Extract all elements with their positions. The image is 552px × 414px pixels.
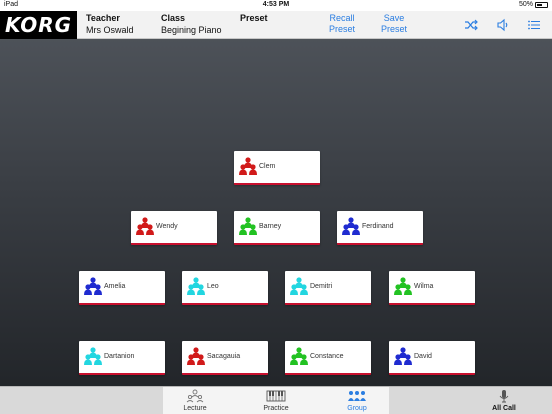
student-name: Dartanion bbox=[104, 353, 135, 360]
microphone-icon bbox=[499, 390, 509, 403]
student-group-icon bbox=[239, 217, 257, 235]
lecture-icon bbox=[186, 389, 204, 403]
shuffle-icon[interactable] bbox=[464, 18, 478, 32]
student-name: Wilma bbox=[414, 283, 434, 290]
student-card-clem[interactable]: Clem bbox=[234, 151, 320, 185]
tab-bar: Lecture Practice Group All Call bbox=[0, 386, 552, 414]
speaker-icon[interactable] bbox=[496, 18, 510, 32]
tab-all-call[interactable]: All Call bbox=[479, 387, 529, 414]
class-label: Class bbox=[161, 13, 186, 23]
battery-icon bbox=[535, 1, 548, 8]
student-group-icon bbox=[239, 157, 257, 175]
student-name: Wendy bbox=[156, 223, 178, 230]
student-card-amelia[interactable]: Amelia bbox=[79, 271, 165, 305]
student-card-constance[interactable]: Constance bbox=[285, 341, 371, 375]
teacher-value: Mrs Oswald bbox=[86, 25, 134, 35]
korg-logo: KORG bbox=[0, 11, 77, 39]
student-card-demitri[interactable]: Demitri bbox=[285, 271, 371, 305]
clock: 4:53 PM bbox=[262, 1, 290, 8]
student-name: Barney bbox=[259, 223, 282, 230]
student-card-wilma[interactable]: Wilma bbox=[389, 271, 475, 305]
menu-icon[interactable] bbox=[527, 18, 541, 32]
tab-group[interactable]: Group bbox=[332, 387, 382, 414]
battery-status: 50% bbox=[519, 1, 548, 8]
teacher-label: Teacher bbox=[86, 13, 120, 23]
student-group-icon bbox=[394, 347, 412, 365]
student-group-icon bbox=[290, 347, 308, 365]
student-group-icon bbox=[187, 347, 205, 365]
keyboard-icon bbox=[266, 390, 286, 402]
student-card-wendy[interactable]: Wendy bbox=[131, 211, 217, 245]
student-group-icon bbox=[84, 277, 102, 295]
student-name: Clem bbox=[259, 163, 276, 170]
student-group-icon bbox=[187, 277, 205, 295]
battery-percent: 50% bbox=[518, 1, 533, 8]
student-card-leo[interactable]: Leo bbox=[182, 271, 268, 305]
student-name: Ferdinand bbox=[362, 223, 394, 230]
student-group-icon bbox=[84, 347, 102, 365]
header: KORG Teacher Mrs Oswald Class Begining P… bbox=[0, 11, 552, 39]
status-bar: iPad 4:53 PM 50% bbox=[0, 0, 552, 11]
group-icon bbox=[348, 391, 366, 401]
student-name: Leo bbox=[207, 283, 219, 290]
student-group-icon bbox=[394, 277, 412, 295]
student-card-sacagauia[interactable]: Sacagauia bbox=[182, 341, 268, 375]
student-name: Amelia bbox=[104, 283, 126, 290]
student-name: Sacagauia bbox=[207, 353, 241, 360]
student-card-ferdinand[interactable]: Ferdinand bbox=[337, 211, 423, 245]
student-group-icon bbox=[290, 277, 308, 295]
class-value: Begining Piano bbox=[161, 25, 222, 35]
tab-label: Lecture bbox=[183, 405, 207, 412]
tab-bar-left-shade bbox=[0, 387, 163, 414]
student-card-barney[interactable]: Barney bbox=[234, 211, 320, 245]
student-name: David bbox=[414, 353, 432, 360]
tab-lecture[interactable]: Lecture bbox=[170, 387, 220, 414]
preset-label: Preset bbox=[240, 13, 268, 23]
student-card-david[interactable]: David bbox=[389, 341, 475, 375]
tab-label: Practice bbox=[263, 405, 289, 412]
tab-label: All Call bbox=[492, 405, 516, 412]
tab-label: Group bbox=[347, 405, 367, 412]
tab-practice[interactable]: Practice bbox=[251, 387, 301, 414]
student-name: Constance bbox=[310, 353, 344, 360]
student-group-icon bbox=[342, 217, 360, 235]
save-preset-button[interactable]: Save Preset bbox=[374, 13, 414, 35]
student-card-dartanion[interactable]: Dartanion bbox=[79, 341, 165, 375]
student-group-icon bbox=[136, 217, 154, 235]
student-name: Demitri bbox=[310, 283, 333, 290]
recall-preset-button[interactable]: Recall Preset bbox=[322, 13, 362, 35]
